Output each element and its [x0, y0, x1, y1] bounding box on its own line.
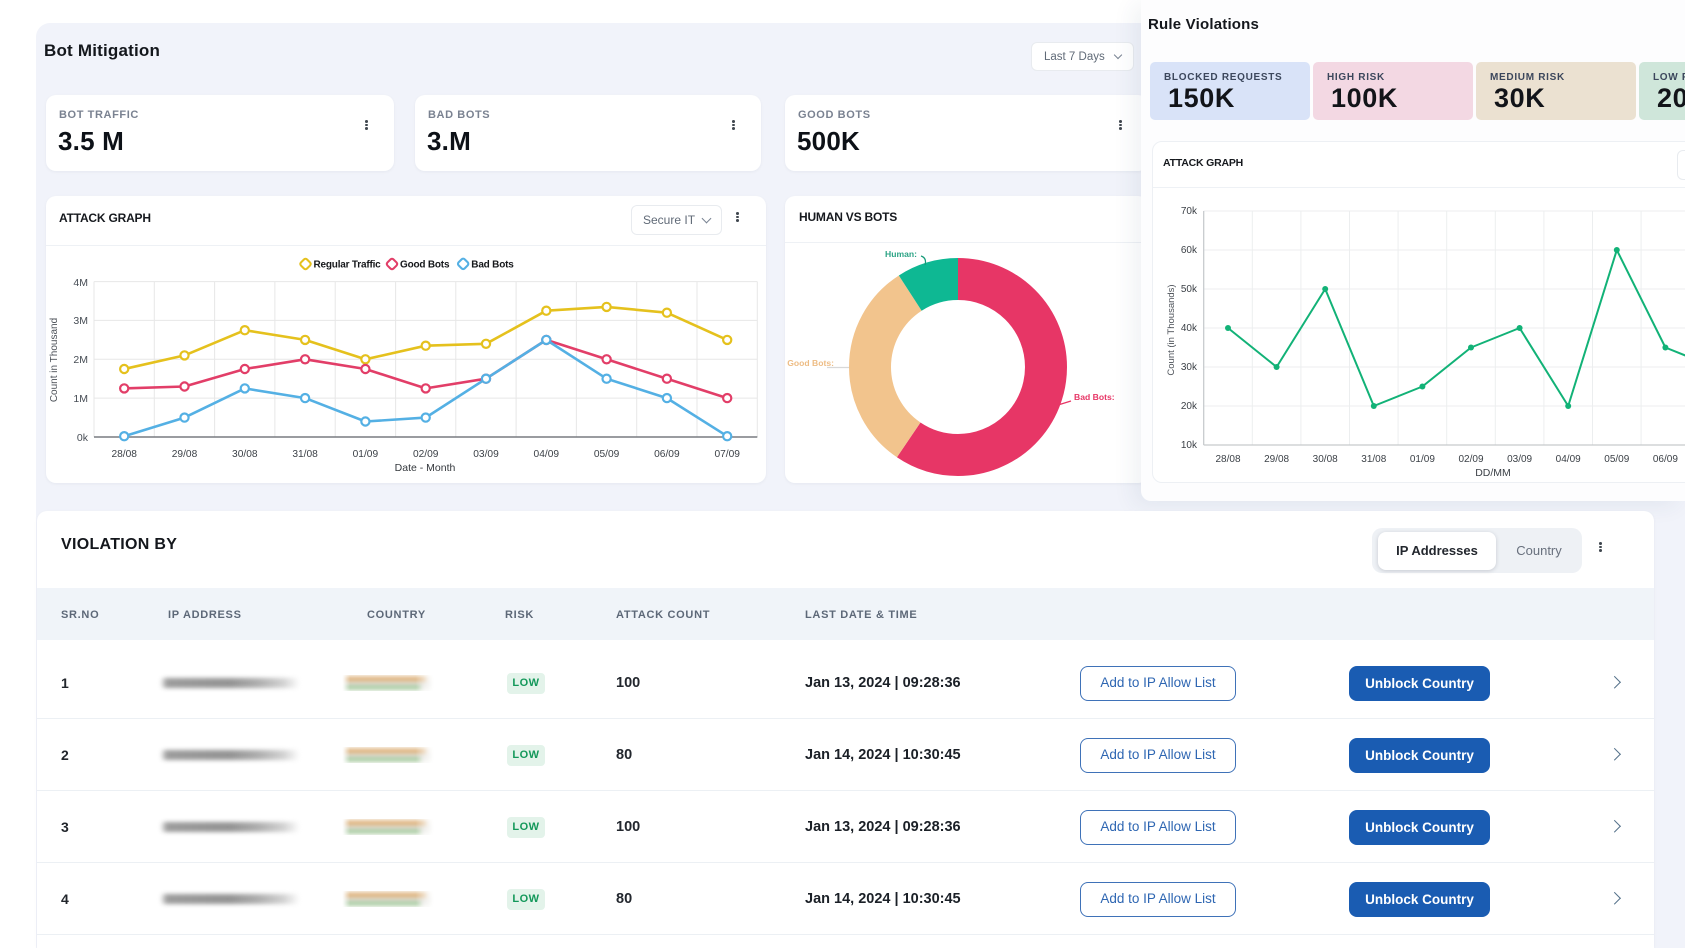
svg-text:01/09: 01/09 [1410, 454, 1435, 465]
svg-text:Date - Month: Date - Month [395, 462, 456, 474]
svg-text:4M: 4M [73, 277, 88, 289]
svg-text:03/09: 03/09 [473, 449, 499, 460]
svg-text:Count (in Thousands): Count (in Thousands) [1166, 284, 1177, 375]
svg-text:Good Bots: Good Bots [400, 260, 450, 271]
svg-text:05/09: 05/09 [594, 449, 620, 460]
svg-text:DD/MM: DD/MM [1475, 467, 1511, 479]
svg-text:29/08: 29/08 [172, 449, 198, 460]
svg-text:28/08: 28/08 [111, 449, 137, 460]
svg-text:30k: 30k [1181, 362, 1198, 373]
svg-text:Good Bots:: Good Bots: [787, 358, 834, 368]
svg-text:03/09: 03/09 [1507, 454, 1532, 465]
svg-text:Regular Traffic: Regular Traffic [314, 260, 382, 271]
svg-text:30/08: 30/08 [232, 449, 258, 460]
svg-text:0k: 0k [77, 432, 89, 444]
svg-text:Bad Bots:: Bad Bots: [1074, 392, 1115, 402]
svg-text:05/09: 05/09 [1604, 454, 1629, 465]
svg-text:06/09: 06/09 [1653, 454, 1678, 465]
svg-text:3M: 3M [73, 315, 88, 327]
svg-text:31/08: 31/08 [1361, 454, 1386, 465]
svg-text:04/09: 04/09 [1556, 454, 1581, 465]
svg-text:60k: 60k [1181, 245, 1198, 256]
svg-text:Count in Thousand: Count in Thousand [49, 318, 60, 402]
svg-text:20k: 20k [1181, 401, 1198, 412]
svg-text:2M: 2M [73, 354, 88, 366]
svg-text:31/08: 31/08 [292, 449, 318, 460]
svg-text:01/09: 01/09 [353, 449, 379, 460]
svg-text:02/09: 02/09 [1458, 454, 1483, 465]
svg-text:50k: 50k [1181, 284, 1198, 295]
svg-text:Bad Bots: Bad Bots [471, 260, 514, 271]
svg-text:02/09: 02/09 [413, 449, 439, 460]
svg-text:70k: 70k [1181, 206, 1198, 217]
svg-text:1M: 1M [73, 393, 88, 405]
svg-text:28/08: 28/08 [1215, 454, 1240, 465]
svg-text:30/08: 30/08 [1313, 454, 1338, 465]
svg-text:06/09: 06/09 [654, 449, 680, 460]
svg-text:10k: 10k [1181, 440, 1198, 451]
svg-text:40k: 40k [1181, 323, 1198, 334]
svg-text:29/08: 29/08 [1264, 454, 1289, 465]
svg-text:Human:: Human: [885, 249, 917, 259]
svg-text:04/09: 04/09 [534, 449, 560, 460]
svg-text:07/09: 07/09 [714, 449, 740, 460]
